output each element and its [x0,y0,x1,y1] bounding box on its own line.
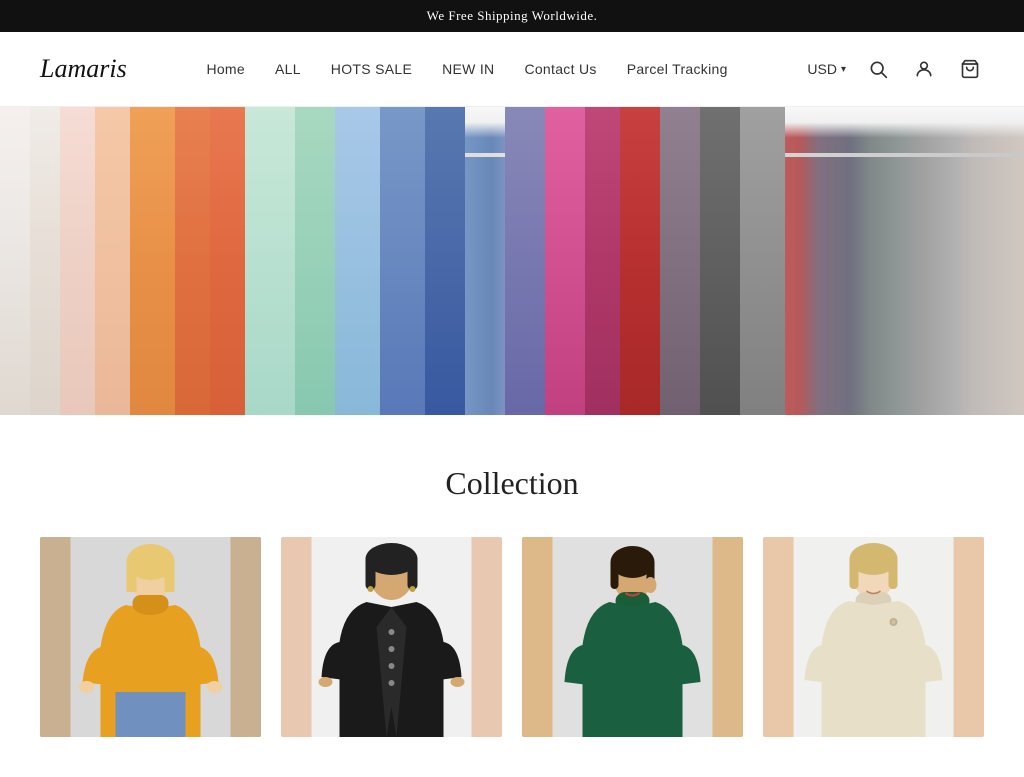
hero-image [0,107,1024,415]
product-image-3 [522,537,743,737]
header-actions: USD ▾ [807,55,984,83]
product-figure-2 [281,537,502,737]
product-figure-3 [522,537,743,737]
search-icon [868,59,888,79]
product-card-1[interactable] [40,537,261,737]
nav-hots-sale[interactable]: HOTS SALE [331,61,412,77]
collection-section: Collection [0,415,1024,777]
nav-new-in[interactable]: NEW IN [442,61,494,77]
product-image-2 [281,537,502,737]
product-card-3[interactable] [522,537,743,737]
currency-selector[interactable]: USD ▾ [807,61,846,77]
announcement-bar: We Free Shipping Worldwide. [0,0,1024,32]
user-icon [914,59,934,79]
collection-title: Collection [40,465,984,502]
main-nav: Home ALL HOTS SALE NEW IN Contact Us Par… [206,61,727,77]
account-button[interactable] [910,55,938,83]
product-card-4[interactable] [763,537,984,737]
header: Lamaris Home ALL HOTS SALE NEW IN Contac… [0,32,1024,107]
logo[interactable]: Lamaris [40,54,127,84]
chevron-down-icon: ▾ [841,64,846,75]
product-card-2[interactable] [281,537,502,737]
nav-all[interactable]: ALL [275,61,301,77]
cart-icon [960,59,980,79]
product-image-1 [40,537,261,737]
announcement-text: We Free Shipping Worldwide. [427,8,598,23]
nav-parcel-tracking[interactable]: Parcel Tracking [627,61,728,77]
product-image-4 [763,537,984,737]
nav-contact-us[interactable]: Contact Us [524,61,596,77]
currency-label: USD [807,61,837,77]
product-figure-4 [763,537,984,737]
collection-grid [40,537,984,737]
product-figure-1 [40,537,261,737]
search-button[interactable] [864,55,892,83]
cart-button[interactable] [956,55,984,83]
nav-home[interactable]: Home [206,61,245,77]
clothes-display [0,107,1024,415]
hero-banner [0,107,1024,415]
